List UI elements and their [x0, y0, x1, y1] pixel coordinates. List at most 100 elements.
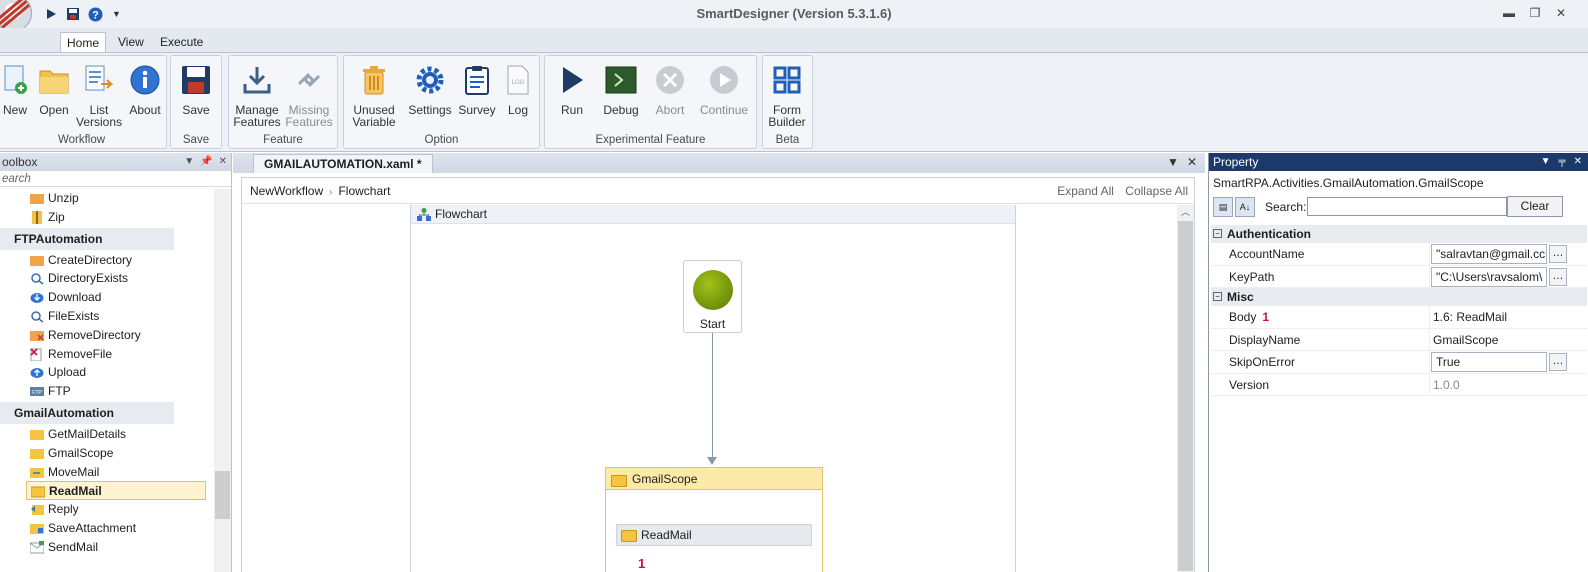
panel-menu-icon[interactable]: ▼: [1541, 153, 1551, 171]
ellipsis-button[interactable]: …: [1549, 245, 1567, 263]
property-header: Property ▼ ╤ ✕: [1209, 153, 1588, 171]
toolbox-item-readmail[interactable]: ReadMail: [26, 481, 206, 501]
panel-close-icon[interactable]: ✕: [219, 153, 227, 171]
scrollbar-thumb[interactable]: [215, 471, 230, 519]
ribbon-group-label: Option: [424, 134, 459, 146]
unused-variable-button[interactable]: Unused Variable: [350, 62, 398, 128]
property-row-skiponerror: SkipOnError True …: [1211, 351, 1587, 374]
validation-error-badge: 1: [638, 556, 646, 571]
abort-button[interactable]: Abort: [646, 62, 694, 116]
toolbox-item-directoryexists[interactable]: DirectoryExists: [0, 269, 214, 288]
restore-icon[interactable]: ❐: [1522, 2, 1548, 24]
skiponerror-field[interactable]: True: [1431, 352, 1547, 372]
category-authentication[interactable]: − Authentication: [1211, 225, 1587, 243]
categorize-icon[interactable]: ▤: [1213, 197, 1233, 217]
download-icon: [240, 62, 274, 98]
ellipsis-button[interactable]: …: [1549, 353, 1567, 371]
toolbox-item-removefile[interactable]: RemoveFile: [0, 345, 214, 364]
ribbon-group-experimental: Run Debug Abort Continue Experimental Fe…: [544, 55, 757, 149]
displayname-value[interactable]: GmailScope: [1433, 333, 1498, 347]
start-node[interactable]: Start: [683, 260, 742, 333]
panel-menu-icon[interactable]: ▼: [184, 153, 194, 171]
flow-connector[interactable]: [712, 333, 713, 459]
missing-features-button[interactable]: Missing Features: [285, 62, 333, 128]
scroll-up-icon[interactable]: ︿: [1177, 205, 1194, 219]
ribbon-tabs: Home View Execute: [0, 28, 1588, 52]
toolbox-item-getmaildetails[interactable]: GetMailDetails: [0, 425, 214, 444]
toolbox-category-ftp[interactable]: FTPAutomation: [0, 227, 174, 250]
flow-arrow: [707, 457, 717, 465]
property-grid: − Authentication AccountName "salravtan@…: [1211, 225, 1587, 396]
log-button[interactable]: LOG Log: [494, 62, 542, 116]
toolbox-item-movemail[interactable]: MoveMail: [0, 463, 214, 482]
collapse-icon[interactable]: −: [1213, 229, 1222, 238]
designer-document: GMAILAUTOMATION.xaml * ▼ ✕ NewWorkflow › F…: [233, 153, 1205, 572]
document-close-icon[interactable]: ✕: [1187, 155, 1197, 169]
accountname-field[interactable]: "salravtan@gmail.cc: [1431, 244, 1547, 264]
body-value[interactable]: 1.6: ReadMail: [1433, 310, 1507, 324]
clear-button[interactable]: Clear: [1507, 196, 1563, 217]
readmail-activity[interactable]: ReadMail: [616, 524, 812, 546]
toolbox-category-gmail[interactable]: GmailAutomation: [0, 401, 174, 424]
pin-icon[interactable]: 📌: [200, 153, 212, 171]
open-button[interactable]: Open: [30, 62, 78, 116]
breadcrumb-item[interactable]: NewWorkflow: [250, 184, 323, 198]
save-button[interactable]: Save: [172, 62, 220, 116]
tab-execute[interactable]: Execute: [154, 32, 209, 52]
workflow-designer: NewWorkflow › Flowchart Expand All Collaps…: [241, 177, 1195, 572]
expand-all-button[interactable]: Expand All: [1057, 184, 1114, 198]
toolbox-item-download[interactable]: Download: [0, 288, 214, 307]
about-button[interactable]: About: [121, 62, 169, 116]
toolbox-item-createdirectory[interactable]: CreateDirectory: [0, 251, 214, 270]
keypath-field[interactable]: "C:\Users\ravsalom\: [1431, 266, 1547, 287]
designer-scrollbar[interactable]: ︿: [1177, 205, 1194, 572]
debug-button[interactable]: Debug: [597, 62, 645, 116]
run-button[interactable]: Run: [548, 62, 596, 116]
gmail-scope-activity[interactable]: GmailScope ReadMail 1: [605, 467, 823, 572]
continue-button[interactable]: Continue: [700, 62, 748, 116]
cloud-download-icon: [30, 291, 44, 304]
toolbox-title: oolbox: [2, 155, 38, 169]
settings-button[interactable]: Settings: [406, 62, 454, 116]
window-title: SmartDesigner (Version 5.3.1.6): [696, 6, 892, 21]
toolbox-item-gmailscope[interactable]: GmailScope: [0, 444, 214, 463]
breadcrumb: NewWorkflow › Flowchart Expand All Collaps…: [242, 178, 1194, 204]
toolbox-item-ftp[interactable]: FTP FTP: [0, 382, 214, 401]
toolbox-item-zip[interactable]: Zip: [0, 208, 214, 227]
ribbon-group-label: Save: [182, 134, 210, 146]
toolbox-item-sendmail[interactable]: SendMail: [0, 538, 214, 557]
scrollbar-thumb[interactable]: [1178, 221, 1193, 571]
document-tab[interactable]: GMAILAUTOMATION.xaml *: [253, 154, 433, 173]
tab-list-icon[interactable]: ▼: [1167, 155, 1179, 169]
breadcrumb-item[interactable]: Flowchart: [338, 184, 390, 198]
collapse-all-button[interactable]: Collapse All: [1125, 184, 1188, 198]
designer-canvas[interactable]: Flowchart Start GmailScope ReadMail 1: [242, 205, 1177, 572]
property-search-input[interactable]: [1307, 197, 1507, 216]
search-label: Search:: [1265, 200, 1307, 214]
ellipsis-button[interactable]: …: [1549, 267, 1567, 286]
toolbox-item-removedirectory[interactable]: RemoveDirectory: [0, 326, 214, 345]
tab-view[interactable]: View: [112, 32, 150, 52]
toolbox-item-reply[interactable]: Reply: [0, 500, 214, 519]
sort-alpha-icon[interactable]: A↓: [1235, 197, 1255, 217]
form-builder-button[interactable]: Form Builder: [763, 62, 811, 128]
tab-home[interactable]: Home: [60, 32, 107, 52]
pin-icon[interactable]: ╤: [1559, 153, 1566, 171]
close-icon[interactable]: ✕: [1548, 2, 1574, 24]
toolbox-item-unzip[interactable]: Unzip: [0, 189, 214, 208]
folder-open-icon: [37, 62, 71, 98]
manage-features-button[interactable]: Manage Features: [233, 62, 281, 128]
property-title: Property: [1213, 155, 1259, 169]
toolbox-search-input[interactable]: earch: [0, 171, 231, 187]
toolbox-item-upload[interactable]: Upload: [0, 363, 214, 382]
category-misc[interactable]: − Misc: [1211, 288, 1587, 306]
list-versions-button[interactable]: List Versions: [75, 62, 123, 128]
minimize-icon[interactable]: ▬: [1496, 2, 1522, 24]
panel-close-icon[interactable]: ✕: [1574, 153, 1582, 171]
collapse-icon[interactable]: −: [1213, 292, 1222, 301]
toolbox-scrollbar[interactable]: [214, 189, 231, 572]
toolbox-item-saveattachment[interactable]: SaveAttachment: [0, 519, 214, 538]
reply-icon: [30, 503, 44, 516]
toolbox-item-fileexists[interactable]: FileExists: [0, 307, 214, 326]
svg-text:LOG: LOG: [512, 80, 525, 86]
